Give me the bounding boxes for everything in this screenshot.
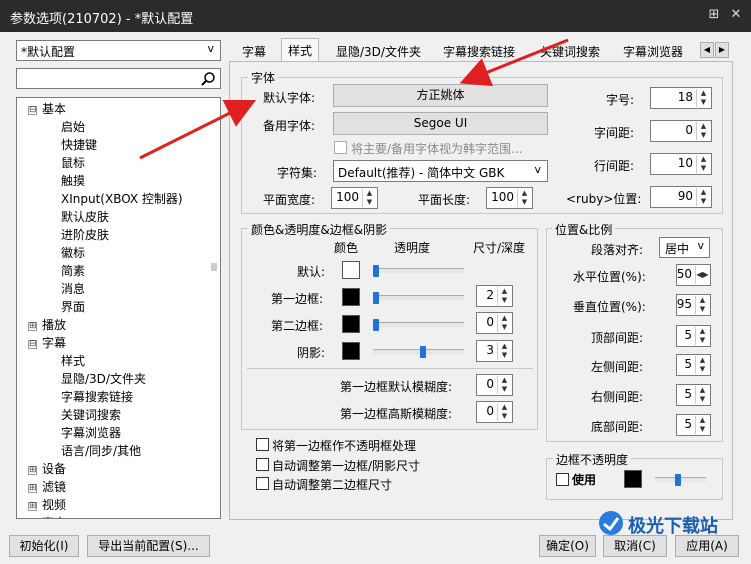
export-config-button[interactable]: 导出当前配置(S)... (87, 535, 210, 557)
watermark-text: 极光下载站 (628, 516, 718, 537)
watermark-logo-icon (599, 511, 623, 535)
init-button[interactable]: 初始化(I) (9, 535, 79, 557)
cancel-button[interactable]: 取消(C) (603, 535, 667, 557)
annotation-arrows (139, 38, 569, 160)
apply-button[interactable]: 应用(A) (675, 535, 739, 557)
ok-button[interactable]: 确定(O) (539, 535, 596, 557)
